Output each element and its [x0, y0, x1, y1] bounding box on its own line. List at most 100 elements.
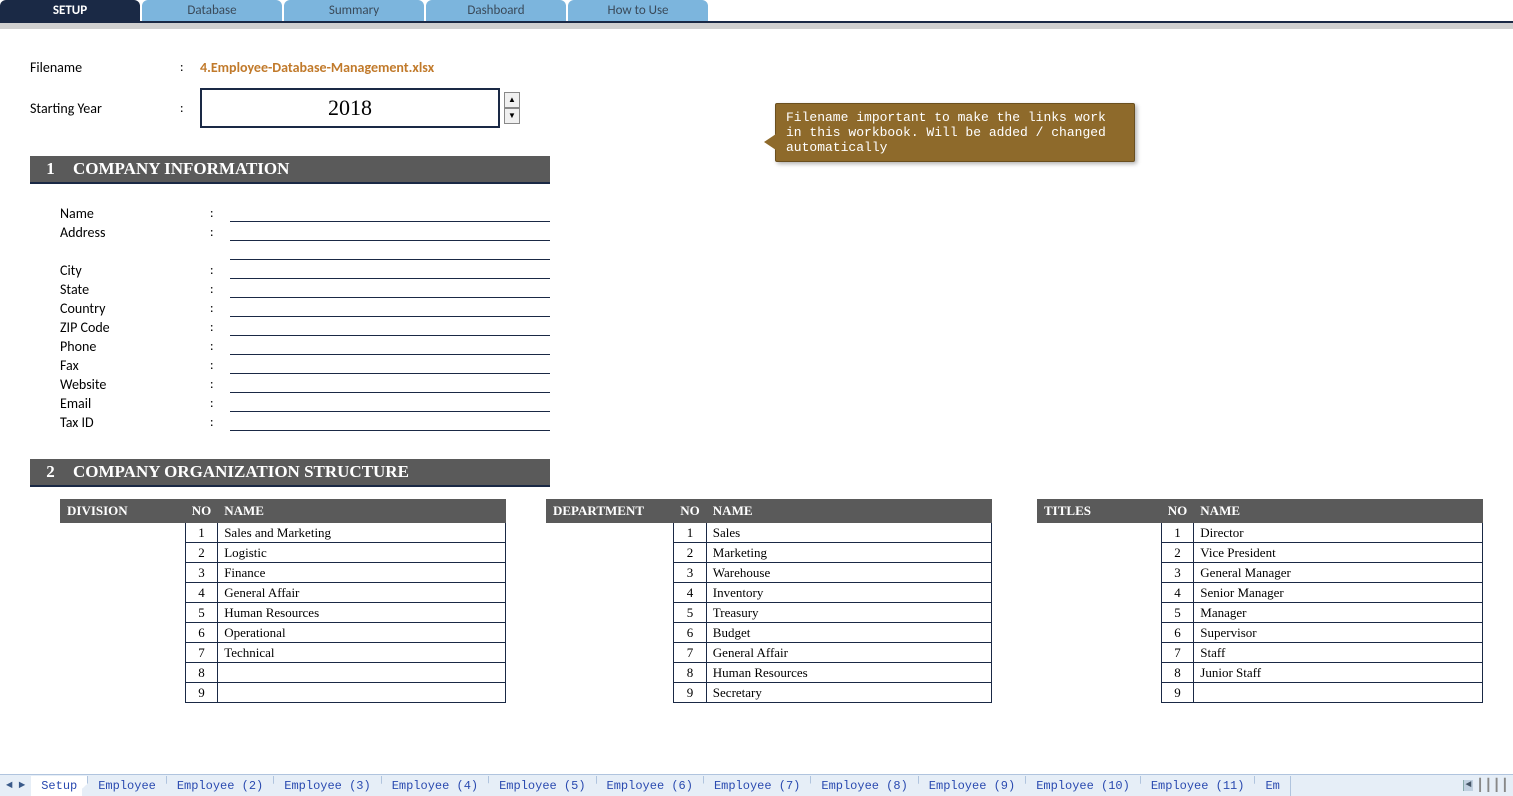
table-cell-name[interactable]: Junior Staff: [1194, 663, 1483, 683]
table-cell-name[interactable]: Technical: [218, 643, 506, 663]
sheet-tab[interactable]: Employee (6): [597, 776, 704, 796]
table-cell-no[interactable]: 7: [1161, 643, 1194, 663]
table-cell-no[interactable]: 7: [674, 643, 707, 663]
tab-database[interactable]: Database: [142, 0, 282, 21]
info-input[interactable]: [230, 394, 550, 412]
sheet-tab[interactable]: Setup: [31, 776, 88, 796]
table-cell-no[interactable]: 9: [1161, 683, 1194, 703]
table-cell-no[interactable]: 1: [674, 523, 707, 543]
table-row: 1Sales and Marketing: [61, 523, 506, 543]
sheet-tab[interactable]: Employee (8): [811, 776, 918, 796]
info-input[interactable]: [230, 280, 550, 298]
table-cell-name[interactable]: Sales: [706, 523, 991, 543]
table-cell-name[interactable]: Marketing: [706, 543, 991, 563]
table-cell-name[interactable]: Inventory: [706, 583, 991, 603]
info-input[interactable]: [230, 299, 550, 317]
info-input[interactable]: [230, 318, 550, 336]
starting-year-input[interactable]: 2018: [200, 88, 500, 128]
table-cell-no[interactable]: 1: [185, 523, 218, 543]
table-cell-name[interactable]: Human Resources: [706, 663, 991, 683]
spinner-down-button[interactable]: ▼: [504, 108, 520, 124]
table-cell-no[interactable]: 4: [185, 583, 218, 603]
info-input[interactable]: [230, 242, 550, 260]
table-cell-no[interactable]: 8: [185, 663, 218, 683]
table-row: 4Inventory: [547, 583, 992, 603]
info-input[interactable]: [230, 337, 550, 355]
tab-dashboard[interactable]: Dashboard: [426, 0, 566, 21]
info-input[interactable]: [230, 375, 550, 393]
sheet-tab[interactable]: Employee (5): [489, 776, 596, 796]
sheet-nav-first-icon[interactable]: ◄: [4, 780, 15, 792]
sheet-tab[interactable]: Employee (3): [274, 776, 381, 796]
table-cell-name[interactable]: Finance: [218, 563, 506, 583]
table-cell-no[interactable]: 6: [674, 623, 707, 643]
table-cell-name[interactable]: General Affair: [706, 643, 991, 663]
table-cell-no[interactable]: 8: [674, 663, 707, 683]
table-cell-name[interactable]: Supervisor: [1194, 623, 1483, 643]
table-cell-no[interactable]: 3: [1161, 563, 1194, 583]
table-cell-name[interactable]: Vice President: [1194, 543, 1483, 563]
table-cell-name[interactable]: General Manager: [1194, 563, 1483, 583]
table-cell-name[interactable]: Manager: [1194, 603, 1483, 623]
table-cell-no[interactable]: 5: [185, 603, 218, 623]
table-cell-name[interactable]: Logistic: [218, 543, 506, 563]
table-cell-no[interactable]: 7: [185, 643, 218, 663]
info-input[interactable]: [230, 356, 550, 374]
table-cell-name[interactable]: Human Resources: [218, 603, 506, 623]
table-cell-no[interactable]: 4: [1161, 583, 1194, 603]
table-cell-no[interactable]: 9: [185, 683, 218, 703]
sheet-tab[interactable]: Employee (11): [1141, 776, 1256, 796]
table-cell-name[interactable]: Secretary: [706, 683, 991, 703]
table-cell-empty: [1038, 543, 1162, 563]
sheet-tab[interactable]: Employee (2): [167, 776, 274, 796]
table-header-name: NAME: [218, 500, 506, 523]
table-cell-name[interactable]: Budget: [706, 623, 991, 643]
table-cell-name[interactable]: Staff: [1194, 643, 1483, 663]
table-cell-no[interactable]: 3: [185, 563, 218, 583]
tab-setup[interactable]: SETUP: [0, 0, 140, 21]
table-header-name: NAME: [706, 500, 991, 523]
table-cell-no[interactable]: 2: [185, 543, 218, 563]
table-cell-name[interactable]: Operational: [218, 623, 506, 643]
table-cell-name[interactable]: Treasury: [706, 603, 991, 623]
table-cell-name[interactable]: General Affair: [218, 583, 506, 603]
table-cell-no[interactable]: 9: [674, 683, 707, 703]
table-cell-no[interactable]: 4: [674, 583, 707, 603]
table-cell-name[interactable]: [1194, 683, 1483, 703]
sheet-tab[interactable]: Em: [1255, 776, 1290, 796]
info-label: Phone: [60, 338, 210, 355]
table-cell-name[interactable]: Sales and Marketing: [218, 523, 506, 543]
info-input[interactable]: [230, 204, 550, 222]
table-row: 3Finance: [61, 563, 506, 583]
table-cell-no[interactable]: 1: [1161, 523, 1194, 543]
sheet-nav-last-icon[interactable]: ►: [17, 780, 28, 792]
info-input[interactable]: [230, 223, 550, 241]
table-cell-name[interactable]: Senior Manager: [1194, 583, 1483, 603]
table-cell-name[interactable]: Director: [1194, 523, 1483, 543]
table-cell-no[interactable]: 8: [1161, 663, 1194, 683]
tab-summary[interactable]: Summary: [284, 0, 424, 21]
table-cell-no[interactable]: 3: [674, 563, 707, 583]
table-cell-name[interactable]: Warehouse: [706, 563, 991, 583]
info-input[interactable]: [230, 261, 550, 279]
table-cell-no[interactable]: 5: [674, 603, 707, 623]
table-cell-no[interactable]: 5: [1161, 603, 1194, 623]
table-cell-no[interactable]: 2: [1161, 543, 1194, 563]
sheet-tab[interactable]: Employee (7): [704, 776, 811, 796]
table-cell-no[interactable]: 2: [674, 543, 707, 563]
tab-howtouse[interactable]: How to Use: [568, 0, 708, 21]
sheet-tab[interactable]: Employee (10): [1026, 776, 1141, 796]
horizontal-grip-icon[interactable]: ┃┃┃┃: [1473, 778, 1513, 793]
sheet-tab[interactable]: Employee: [88, 776, 167, 796]
info-input[interactable]: [230, 413, 550, 431]
sheet-tab[interactable]: Employee (9): [919, 776, 1026, 796]
table-cell-no[interactable]: 6: [1161, 623, 1194, 643]
table-cell-name[interactable]: [218, 663, 506, 683]
table-cell-empty: [547, 603, 674, 623]
table-cell-name[interactable]: [218, 683, 506, 703]
table-cell-empty: [61, 623, 186, 643]
sheet-scroll-left-icon[interactable]: ◄: [1463, 780, 1473, 791]
sheet-tab[interactable]: Employee (4): [382, 776, 489, 796]
spinner-up-button[interactable]: ▲: [504, 92, 520, 108]
table-cell-no[interactable]: 6: [185, 623, 218, 643]
